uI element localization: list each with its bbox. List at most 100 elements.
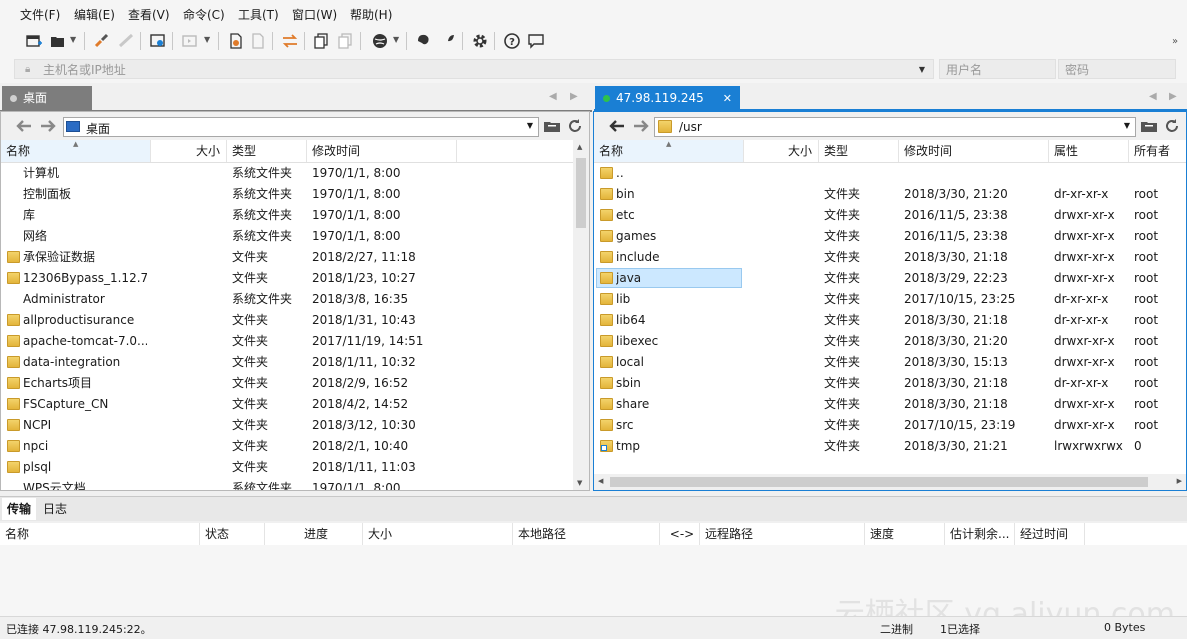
- xfer-col-remote-path[interactable]: 远程路径: [700, 523, 865, 545]
- chevron-down-icon[interactable]: ▼: [204, 35, 210, 44]
- file-row[interactable]: lib 文件夹 2017/10/15, 23:25 dr-xr-xr-x root: [594, 289, 1169, 310]
- refresh-icon[interactable]: [1164, 118, 1180, 134]
- menu-edit[interactable]: 编辑(E): [74, 6, 115, 23]
- menu-command[interactable]: 命令(C): [183, 6, 225, 23]
- file-row[interactable]: src 文件夹 2017/10/15, 23:19 drwxr-xr-x root: [594, 415, 1169, 436]
- back-arrow-icon[interactable]: [608, 119, 626, 133]
- tab-remote-host[interactable]: 47.98.119.245 ✕: [595, 86, 740, 111]
- chevron-down-icon[interactable]: ▼: [393, 35, 399, 44]
- chevron-down-icon[interactable]: ▼: [70, 35, 76, 44]
- xfer-col-speed[interactable]: 速度: [865, 523, 945, 545]
- new-file-icon[interactable]: [226, 31, 246, 51]
- col-owner[interactable]: 所有者: [1129, 140, 1186, 162]
- tab-desktop[interactable]: 桌面: [2, 86, 92, 111]
- file-row[interactable]: NCPI 文件夹 2018/3/12, 10:30: [1, 415, 571, 436]
- password-input[interactable]: 密码: [1058, 59, 1176, 79]
- tab-log[interactable]: 日志: [38, 498, 72, 520]
- col-attr[interactable]: 属性: [1049, 140, 1129, 162]
- col-mtime[interactable]: 修改时间: [307, 140, 457, 162]
- xfer-col-eta[interactable]: 估计剩余...: [945, 523, 1015, 545]
- open-folder-icon[interactable]: [48, 31, 68, 51]
- file-row[interactable]: apache-tomcat-7.0.... 文件夹 2017/11/19, 14:5…: [1, 331, 571, 352]
- scroll-up-icon[interactable]: ▲: [577, 143, 582, 151]
- scroll-thumb[interactable]: [576, 158, 586, 228]
- xfer-col-local-path[interactable]: 本地路径: [513, 523, 660, 545]
- connect-icon[interactable]: [92, 31, 112, 51]
- scroll-down-icon[interactable]: ▼: [577, 479, 582, 487]
- menu-help[interactable]: 帮助(H): [350, 6, 392, 23]
- col-name[interactable]: 名称 ▲: [1, 140, 151, 162]
- file-row[interactable]: include 文件夹 2018/3/30, 21:18 drwxr-xr-x root: [594, 247, 1169, 268]
- file-row[interactable]: libexec 文件夹 2018/3/30, 21:20 drwxr-xr-x root: [594, 331, 1169, 352]
- xfer-col-status[interactable]: 状态: [200, 523, 265, 545]
- putty-icon[interactable]: [414, 31, 434, 51]
- remote-hscrollbar[interactable]: ◀ ▶: [594, 474, 1186, 490]
- remote-path-input[interactable]: /usr ▼: [654, 117, 1136, 137]
- key-icon[interactable]: [438, 31, 458, 51]
- forward-arrow-icon[interactable]: [39, 119, 57, 133]
- file-row[interactable]: npci 文件夹 2018/2/1, 10:40: [1, 436, 571, 457]
- help-icon[interactable]: ?: [502, 31, 522, 51]
- file-row[interactable]: ..: [594, 163, 1169, 184]
- chat-icon[interactable]: [526, 31, 546, 51]
- col-mtime[interactable]: 修改时间: [899, 140, 1049, 162]
- xfer-col-progress[interactable]: 进度: [265, 523, 363, 545]
- toolbar-overflow-icon[interactable]: »: [1172, 36, 1178, 47]
- file-row[interactable]: sbin 文件夹 2018/3/30, 21:18 dr-xr-xr-x root: [594, 373, 1169, 394]
- file-row[interactable]: bin 文件夹 2018/3/30, 21:20 dr-xr-xr-x root: [594, 184, 1169, 205]
- file-row[interactable]: lib64 文件夹 2018/3/30, 21:18 dr-xr-xr-x root: [594, 310, 1169, 331]
- terminal-icon[interactable]: [180, 31, 200, 51]
- file-row[interactable]: local 文件夹 2018/3/30, 15:13 drwxr-xr-x root: [594, 352, 1169, 373]
- file-row[interactable]: 计算机 系统文件夹 1970/1/1, 8:00: [1, 163, 571, 184]
- forward-arrow-icon[interactable]: [632, 119, 650, 133]
- menu-tools[interactable]: 工具(T): [238, 6, 279, 23]
- chevron-down-icon[interactable]: ▼: [527, 121, 533, 130]
- file-row[interactable]: etc 文件夹 2016/11/5, 23:38 drwxr-xr-x root: [594, 205, 1169, 226]
- file-row[interactable]: games 文件夹 2016/11/5, 23:38 drwxr-xr-x root: [594, 226, 1169, 247]
- parent-folder-icon[interactable]: [543, 119, 561, 133]
- tab-scroll-left-icon[interactable]: ◀: [1149, 91, 1157, 102]
- xfer-col-name[interactable]: 名称: [0, 523, 200, 545]
- new-session-icon[interactable]: [24, 31, 44, 51]
- chevron-down-icon[interactable]: ▼: [919, 60, 925, 80]
- scroll-thumb[interactable]: [610, 477, 1148, 487]
- file-row[interactable]: share 文件夹 2018/3/30, 21:18 drwxr-xr-x root: [594, 394, 1169, 415]
- file-row[interactable]: data-integration 文件夹 2018/1/11, 10:32: [1, 352, 571, 373]
- xfer-col-direction[interactable]: <->: [660, 523, 700, 545]
- tab-scroll-right-icon[interactable]: ▶: [570, 91, 578, 102]
- refresh-icon[interactable]: [567, 118, 583, 134]
- file-row[interactable]: 网络 系统文件夹 1970/1/1, 8:00: [1, 226, 571, 247]
- file-row[interactable]: Administrator 系统文件夹 2018/3/8, 16:35: [1, 289, 571, 310]
- chevron-down-icon[interactable]: ▼: [1124, 121, 1130, 130]
- file-row[interactable]: WPS云文档 系统文件夹 1970/1/1, 8:00: [1, 478, 571, 490]
- menu-window[interactable]: 窗口(W): [292, 6, 337, 23]
- sync-browse-icon[interactable]: [280, 31, 300, 51]
- host-input[interactable]: 主机名或IP地址 🔒︎ ▼: [14, 59, 934, 79]
- xfer-col-elapsed[interactable]: 经过时间: [1015, 523, 1085, 545]
- col-type[interactable]: 类型: [819, 140, 899, 162]
- scroll-left-icon[interactable]: ◀: [598, 477, 603, 485]
- tab-scroll-right-icon[interactable]: ▶: [1169, 91, 1177, 102]
- site-manager-icon[interactable]: [148, 31, 168, 51]
- file-row[interactable]: Echarts项目 文件夹 2018/2/9, 16:52: [1, 373, 571, 394]
- username-input[interactable]: 用户名: [939, 59, 1056, 79]
- gear-icon[interactable]: [470, 31, 490, 51]
- copy-icon[interactable]: [312, 31, 332, 51]
- file-row[interactable]: java 文件夹 2018/3/29, 22:23 drwxr-xr-x root: [594, 268, 1169, 289]
- tab-scroll-left-icon[interactable]: ◀: [549, 91, 557, 102]
- col-size[interactable]: 大小: [744, 140, 819, 162]
- col-type[interactable]: 类型: [227, 140, 307, 162]
- close-icon[interactable]: ✕: [723, 86, 732, 111]
- edit-file-icon[interactable]: [248, 31, 268, 51]
- file-row[interactable]: 承保验证数据 文件夹 2018/2/27, 11:18: [1, 247, 571, 268]
- tab-transfer[interactable]: 传输: [2, 498, 36, 520]
- file-row[interactable]: plsql 文件夹 2018/1/11, 11:03: [1, 457, 571, 478]
- col-name[interactable]: 名称 ▲: [594, 140, 744, 162]
- back-arrow-icon[interactable]: [15, 119, 33, 133]
- file-row[interactable]: allproductisurance 文件夹 2018/1/31, 10:43: [1, 310, 571, 331]
- scroll-right-icon[interactable]: ▶: [1177, 477, 1182, 485]
- file-row[interactable]: 12306Bypass_1.12.72 文件夹 2018/1/23, 10:27: [1, 268, 571, 289]
- parent-folder-icon[interactable]: [1140, 119, 1158, 133]
- local-scrollbar[interactable]: ▲ ▼: [573, 140, 589, 490]
- menu-file[interactable]: 文件(F): [20, 6, 60, 23]
